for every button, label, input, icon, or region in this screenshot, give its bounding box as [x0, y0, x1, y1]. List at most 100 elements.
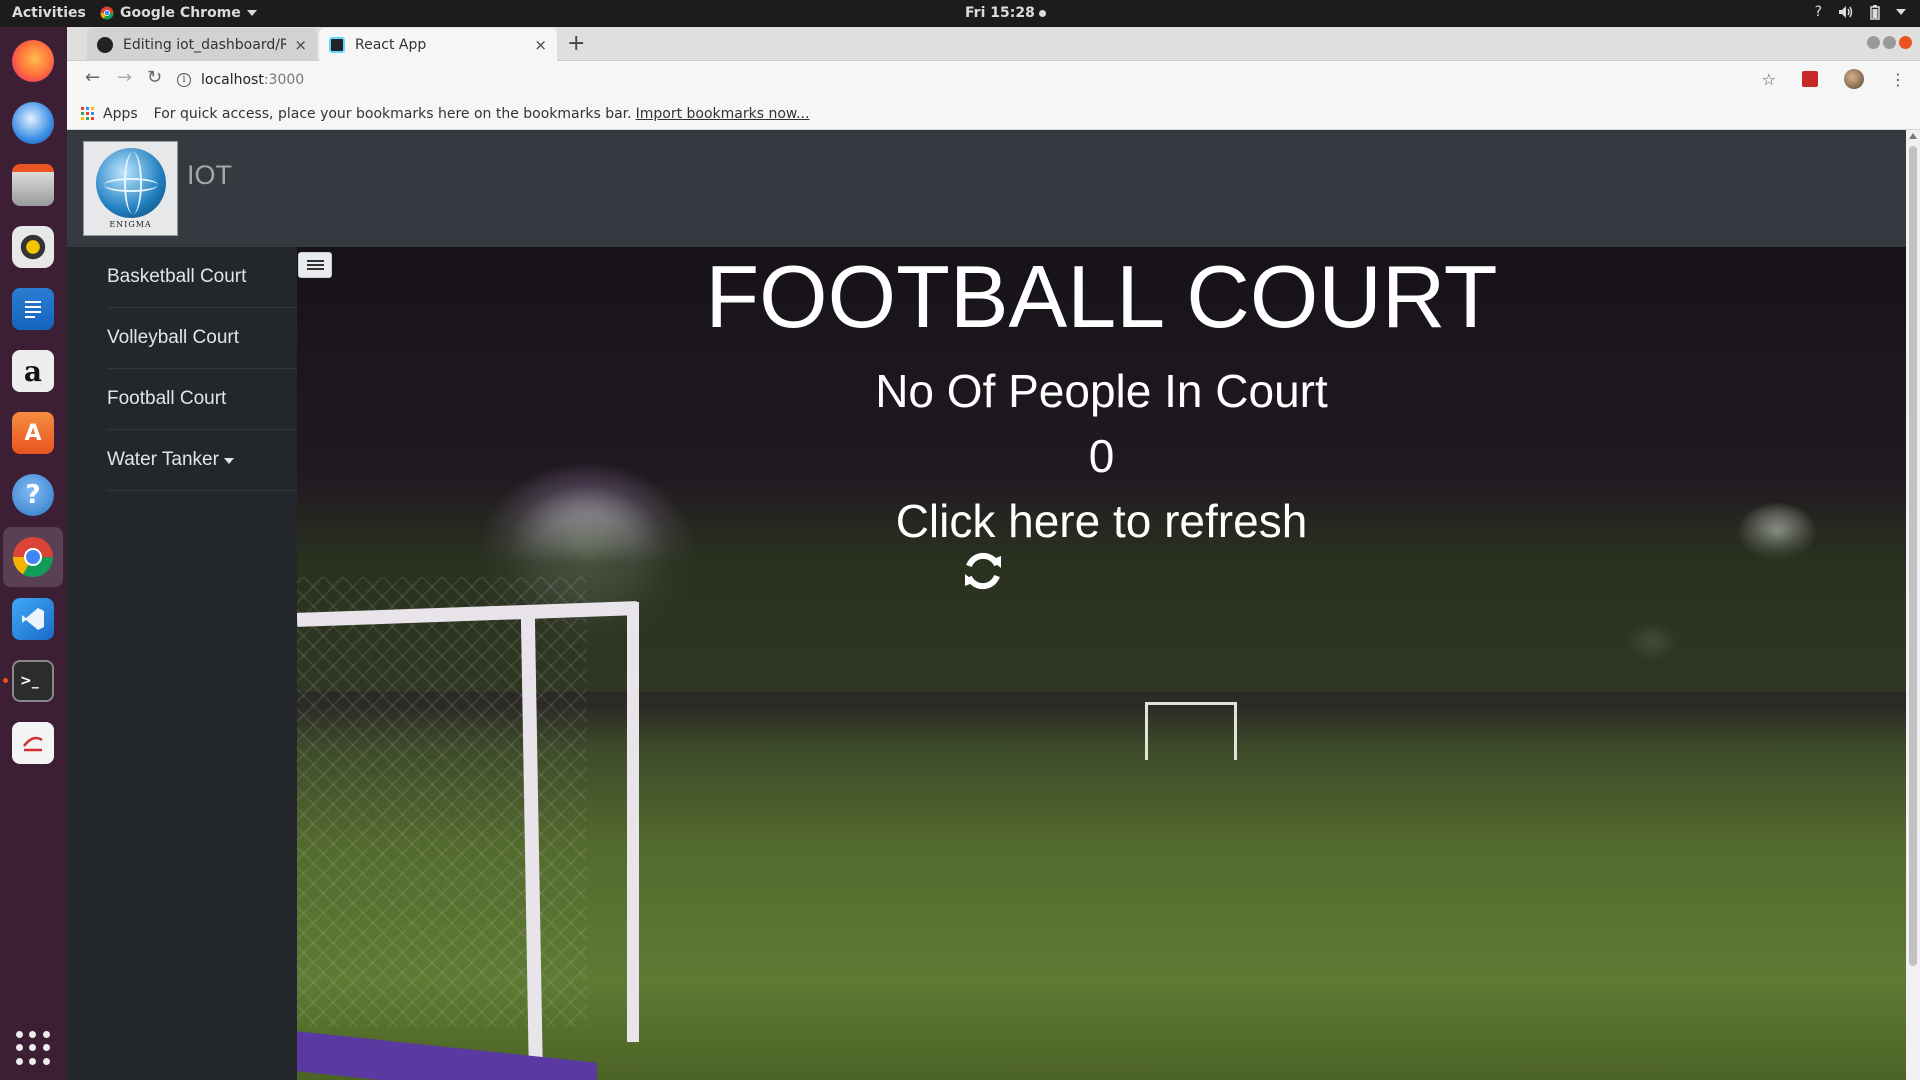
dock-files[interactable]	[9, 161, 57, 209]
browser-toolbar: ← → ↻ i localhost :3000 ☆ ⋮	[67, 61, 1920, 98]
import-bookmarks-link[interactable]: Import bookmarks now...	[636, 106, 810, 122]
sidebar-item-volleyball-court[interactable]: Volleyball Court	[107, 308, 297, 369]
dock-thunderbird[interactable]	[9, 99, 57, 147]
text-editor-icon	[12, 722, 54, 764]
minimize-icon[interactable]	[1867, 36, 1880, 49]
back-arrow-icon[interactable]: ←	[85, 67, 100, 88]
dock-writer[interactable]	[9, 285, 57, 333]
profile-avatar[interactable]	[1844, 69, 1864, 89]
page-viewport: ENIGMA IOT Basketball Court Volleyball C…	[67, 130, 1920, 1080]
dock-software[interactable]: A	[9, 409, 57, 457]
address-port: :3000	[263, 71, 305, 88]
bookmarks-bar: Apps For quick access, place your bookma…	[67, 98, 1920, 130]
battery-icon[interactable]	[1870, 4, 1880, 20]
dock: a A ? >_	[0, 27, 67, 1080]
files-icon	[12, 164, 54, 206]
github-icon	[97, 36, 113, 53]
dock-help[interactable]: ?	[9, 471, 57, 519]
logo-text: ENIGMA	[109, 220, 152, 229]
tab-title: Editing iot_dashboard/RE	[123, 36, 287, 53]
software-icon: A	[12, 412, 54, 454]
dock-amazon[interactable]: a	[9, 347, 57, 395]
more-menu-icon[interactable]: ⋮	[1890, 70, 1906, 89]
chevron-down-icon	[246, 10, 257, 16]
apps-grid-icon[interactable]	[81, 107, 94, 120]
thunderbird-icon	[12, 102, 54, 144]
new-tab-button[interactable]: +	[567, 31, 585, 56]
address-bar[interactable]: i localhost :3000	[177, 65, 1827, 94]
amazon-icon: a	[12, 350, 54, 392]
sidebar: Basketball Court Volleyball Court Footba…	[67, 247, 297, 1080]
sidebar-item-label: Football Court	[107, 388, 227, 409]
sidebar-item-water-tanker[interactable]: Water Tanker	[107, 430, 297, 491]
system-tray[interactable]: ?	[1815, 4, 1906, 20]
app-menu[interactable]: Google Chrome	[100, 5, 257, 21]
dock-terminal[interactable]: >_	[9, 657, 57, 705]
star-bookmark-icon[interactable]: ☆	[1762, 70, 1776, 89]
dock-rhythmbox[interactable]	[9, 223, 57, 271]
court-panel: FOOTBALL COURT No Of People In Court 0 C…	[297, 247, 1906, 1080]
window-controls	[1867, 36, 1912, 49]
clock[interactable]: Fri 15:28	[965, 5, 1046, 21]
forward-arrow-icon[interactable]: →	[117, 67, 132, 88]
system-top-bar: Activities Google Chrome Fri 15:28 ?	[0, 0, 1920, 27]
refresh-link[interactable]: Click here to refresh	[297, 494, 1906, 548]
scroll-up-icon[interactable]	[1909, 133, 1917, 139]
running-indicator-icon	[3, 678, 8, 683]
people-count: 0	[1088, 430, 1115, 482]
notification-dot-icon	[1038, 9, 1046, 17]
close-tab-icon[interactable]: ×	[294, 36, 307, 54]
scrollbar-thumb[interactable]	[1909, 146, 1917, 966]
toolbar-actions: ☆ ⋮	[1762, 69, 1906, 89]
show-apps-icon[interactable]	[16, 1031, 50, 1065]
tab-github[interactable]: Editing iot_dashboard/RE ×	[87, 28, 317, 61]
tab-title: React App	[355, 36, 427, 53]
globe-icon	[95, 148, 166, 218]
sidebar-item-label: Volleyball Court	[107, 327, 240, 348]
writer-icon	[12, 288, 54, 330]
chrome-small-icon	[100, 6, 114, 20]
browser-tab-strip: Editing iot_dashboard/RE × React App × +	[67, 27, 1920, 61]
background-purple-board	[297, 1031, 597, 1080]
bookmarks-hint: For quick access, place your bookmarks h…	[153, 105, 632, 122]
background-far-goal	[1145, 702, 1237, 760]
terminal-icon: >_	[12, 660, 54, 702]
refresh-icon[interactable]	[961, 549, 1005, 593]
brand-title[interactable]: IOT	[187, 160, 232, 191]
chrome-icon	[13, 537, 53, 577]
address-host: localhost	[201, 71, 264, 88]
sidebar-item-basketball-court[interactable]: Basketball Court	[107, 247, 297, 308]
maximize-icon[interactable]	[1883, 36, 1896, 49]
dock-firefox[interactable]	[9, 37, 57, 85]
help-tray-icon[interactable]: ?	[1815, 4, 1822, 20]
app-navbar: ENIGMA IOT	[67, 130, 1906, 247]
react-icon	[329, 36, 345, 53]
rhythmbox-icon	[12, 226, 54, 268]
clock-label: Fri 15:28	[965, 5, 1035, 21]
background-goal-net	[297, 577, 587, 1027]
people-label: No Of People In Court	[875, 365, 1328, 417]
dock-chrome[interactable]	[3, 527, 63, 587]
sidebar-item-label: Water Tanker	[107, 449, 219, 470]
dropdown-caret-icon	[223, 458, 234, 464]
tab-react-app[interactable]: React App ×	[319, 28, 557, 61]
enigma-logo: ENIGMA	[83, 141, 178, 236]
dock-text-editor[interactable]	[9, 719, 57, 767]
close-window-icon[interactable]	[1899, 36, 1912, 49]
reload-icon[interactable]: ↻	[147, 67, 162, 88]
page-title: FOOTBALL COURT	[705, 247, 1498, 346]
extension-icon[interactable]	[1802, 71, 1818, 87]
help-icon: ?	[12, 474, 54, 516]
site-info-icon[interactable]: i	[177, 72, 191, 87]
activities-button[interactable]: Activities	[12, 5, 86, 21]
volume-icon[interactable]	[1838, 5, 1854, 19]
sidebar-item-label: Basketball Court	[107, 266, 247, 287]
close-tab-icon[interactable]: ×	[534, 36, 547, 54]
vscode-icon	[12, 598, 54, 640]
system-menu-chevron-icon[interactable]	[1896, 9, 1906, 15]
apps-bookmark[interactable]: Apps	[103, 106, 138, 122]
dock-vscode[interactable]	[9, 595, 57, 643]
page-scrollbar[interactable]	[1906, 130, 1920, 1080]
firefox-icon	[12, 40, 54, 82]
sidebar-item-football-court[interactable]: Football Court	[107, 369, 297, 430]
